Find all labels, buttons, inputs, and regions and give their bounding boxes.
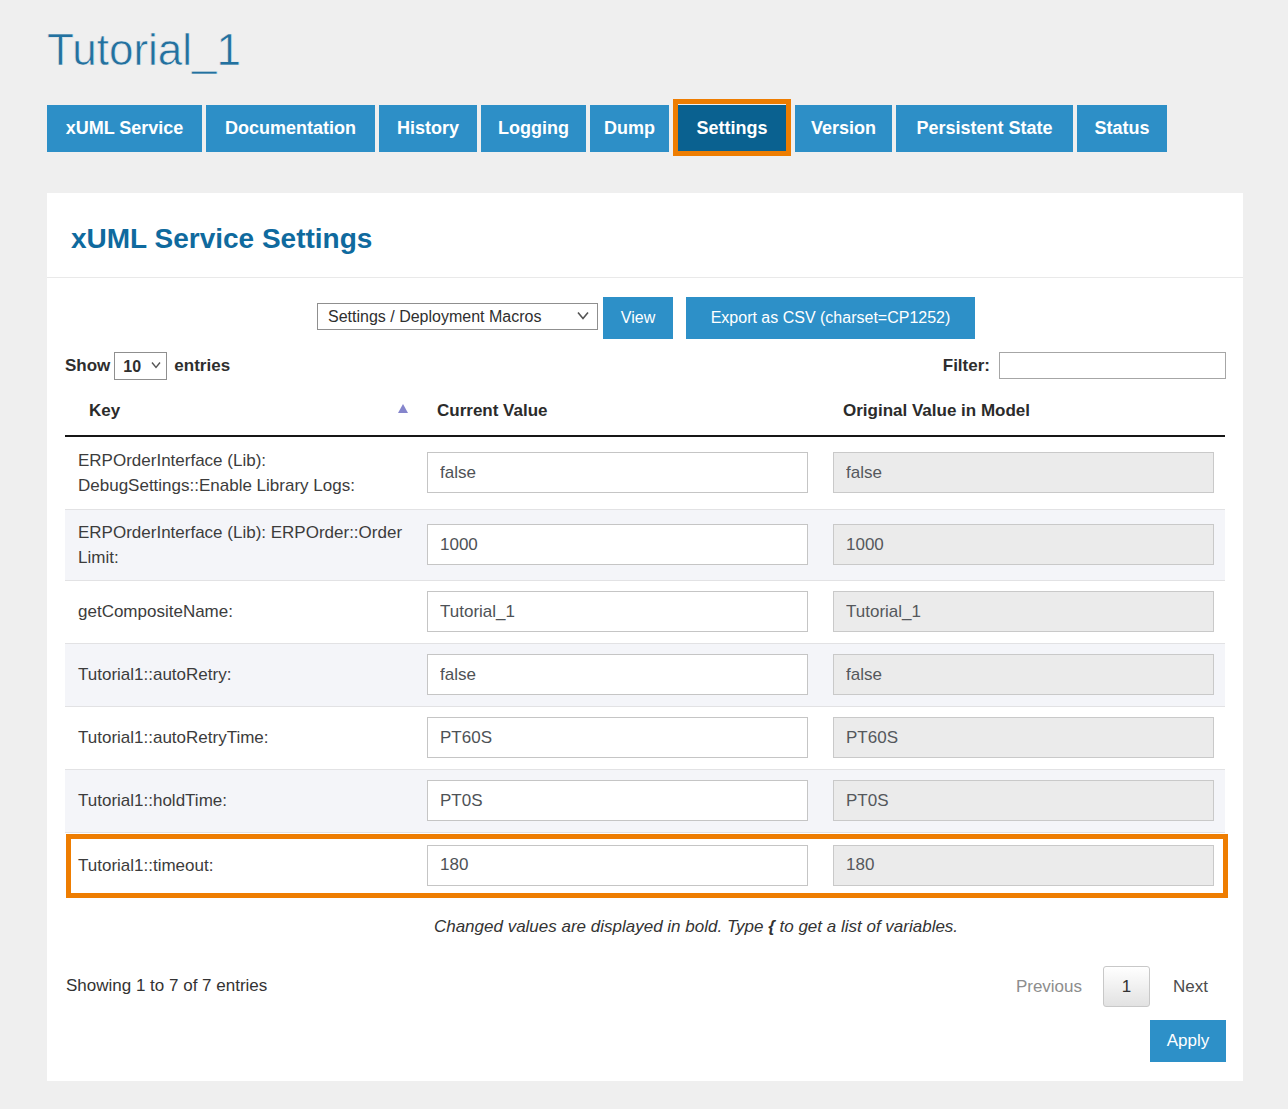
tab-logging[interactable]: Logging [481, 105, 586, 152]
current-value-cell [427, 769, 833, 832]
current-value-cell [427, 509, 833, 580]
table-row: Tutorial1::autoRetryTime: [65, 706, 1225, 769]
current-value-cell [427, 706, 833, 769]
original-value-cell [833, 769, 1225, 832]
show-label: Show [65, 356, 110, 376]
original-value-input [833, 780, 1214, 821]
column-header-current-label: Current Value [437, 401, 548, 420]
entries-label: entries [174, 356, 230, 376]
column-header-original-label: Original Value in Model [843, 401, 1030, 420]
current-value-input[interactable] [427, 654, 808, 695]
filter-label: Filter: [943, 356, 990, 376]
next-page-button[interactable]: Next [1173, 977, 1208, 997]
hint-text: Changed values are displayed in bold. Ty… [47, 916, 1243, 938]
column-header-original-value[interactable]: Original Value in Model [833, 396, 1225, 436]
filter-control: Filter: [943, 352, 1226, 379]
table-row: getCompositeName: [65, 580, 1225, 643]
previous-page-button[interactable]: Previous [1016, 977, 1082, 997]
original-value-cell [833, 580, 1225, 643]
key-cell: Tutorial1::holdTime: [65, 769, 427, 832]
current-value-cell [427, 832, 833, 898]
tab-label: Persistent State [916, 118, 1052, 139]
current-value-input[interactable] [427, 845, 808, 886]
current-value-input[interactable] [427, 591, 808, 632]
tab-label: Logging [498, 118, 569, 139]
original-value-input [833, 845, 1214, 886]
tab-label: History [397, 118, 459, 139]
hint-text-after: to get a list of variables. [775, 917, 958, 936]
column-header-key-label: Key [89, 401, 120, 420]
page-size-select-wrap: 10 [114, 352, 167, 380]
apply-button[interactable]: Apply [1150, 1020, 1226, 1062]
current-value-input[interactable] [427, 524, 808, 565]
table-row: ERPOrderInterface (Lib): ERPOrder::Order… [65, 509, 1225, 580]
key-cell: ERPOrderInterface (Lib): ERPOrder::Order… [65, 509, 427, 580]
pagination: Previous 1 Next [1016, 966, 1208, 1007]
export-csv-button[interactable]: Export as CSV (charset=CP1252) [686, 297, 975, 339]
tab-label: Dump [604, 118, 655, 139]
original-value-input [833, 591, 1214, 632]
macro-select-wrap: Settings / Deployment Macros [317, 303, 598, 330]
tab-label: Version [811, 118, 876, 139]
original-value-cell [833, 706, 1225, 769]
table-row-highlighted: Tutorial1::timeout: [65, 832, 1225, 898]
current-value-cell [427, 580, 833, 643]
key-cell: ERPOrderInterface (Lib): DebugSettings::… [65, 436, 427, 509]
settings-table: Key Current Value Original Value in Mode… [65, 396, 1225, 898]
original-value-input [833, 654, 1214, 695]
settings-panel: xUML Service Settings Settings / Deploym… [47, 193, 1243, 1081]
hint-brace: { [768, 917, 775, 936]
column-header-key[interactable]: Key [65, 396, 427, 436]
tab-settings[interactable]: Settings [673, 105, 791, 152]
key-cell: Tutorial1::timeout: [65, 832, 427, 898]
table-header-row: Key Current Value Original Value in Mode… [65, 396, 1225, 436]
current-value-input[interactable] [427, 717, 808, 758]
table-row: Tutorial1::holdTime: [65, 769, 1225, 832]
key-cell: Tutorial1::autoRetry: [65, 643, 427, 706]
table-row: Tutorial1::autoRetry: [65, 643, 1225, 706]
current-value-cell [427, 436, 833, 509]
tab-label: Documentation [225, 118, 356, 139]
filter-input[interactable] [999, 352, 1226, 379]
original-value-input [833, 524, 1214, 565]
tab-history[interactable]: History [379, 105, 477, 152]
tab-persistent-state[interactable]: Persistent State [896, 105, 1073, 152]
key-cell: getCompositeName: [65, 580, 427, 643]
panel-header: xUML Service Settings [47, 193, 1243, 278]
original-value-cell [833, 509, 1225, 580]
panel-heading: xUML Service Settings [71, 223, 372, 255]
original-value-cell [833, 643, 1225, 706]
tab-status[interactable]: Status [1077, 105, 1167, 152]
original-value-cell [833, 832, 1225, 898]
macro-select[interactable]: Settings / Deployment Macros [317, 303, 598, 330]
show-entries-control: Show 10 entries [65, 352, 230, 380]
column-header-current-value[interactable]: Current Value [427, 396, 833, 436]
original-value-cell [833, 436, 1225, 509]
tab-documentation[interactable]: Documentation [206, 105, 375, 152]
tab-label: Settings [696, 118, 767, 139]
page-number-button[interactable]: 1 [1103, 966, 1150, 1007]
tab-label: Status [1094, 118, 1149, 139]
hint-text-before: Changed values are displayed in bold. Ty… [434, 917, 768, 936]
current-value-cell [427, 643, 833, 706]
current-value-input[interactable] [427, 780, 808, 821]
original-value-input [833, 717, 1214, 758]
page-title: Tutorial_1 [47, 28, 241, 72]
table-row: ERPOrderInterface (Lib): DebugSettings::… [65, 436, 1225, 509]
page-size-select[interactable]: 10 [114, 352, 167, 380]
current-value-input[interactable] [427, 452, 808, 493]
tab-xuml-service[interactable]: xUML Service [47, 105, 202, 152]
view-button[interactable]: View [603, 297, 673, 339]
table-info: Showing 1 to 7 of 7 entries [66, 976, 267, 996]
key-cell: Tutorial1::autoRetryTime: [65, 706, 427, 769]
original-value-input [833, 452, 1214, 493]
tab-version[interactable]: Version [795, 105, 892, 152]
tab-dump[interactable]: Dump [590, 105, 669, 152]
sort-ascending-icon [398, 404, 408, 413]
tab-bar: xUML Service Documentation History Logging D… [47, 105, 1167, 152]
tab-label: xUML Service [66, 118, 184, 139]
